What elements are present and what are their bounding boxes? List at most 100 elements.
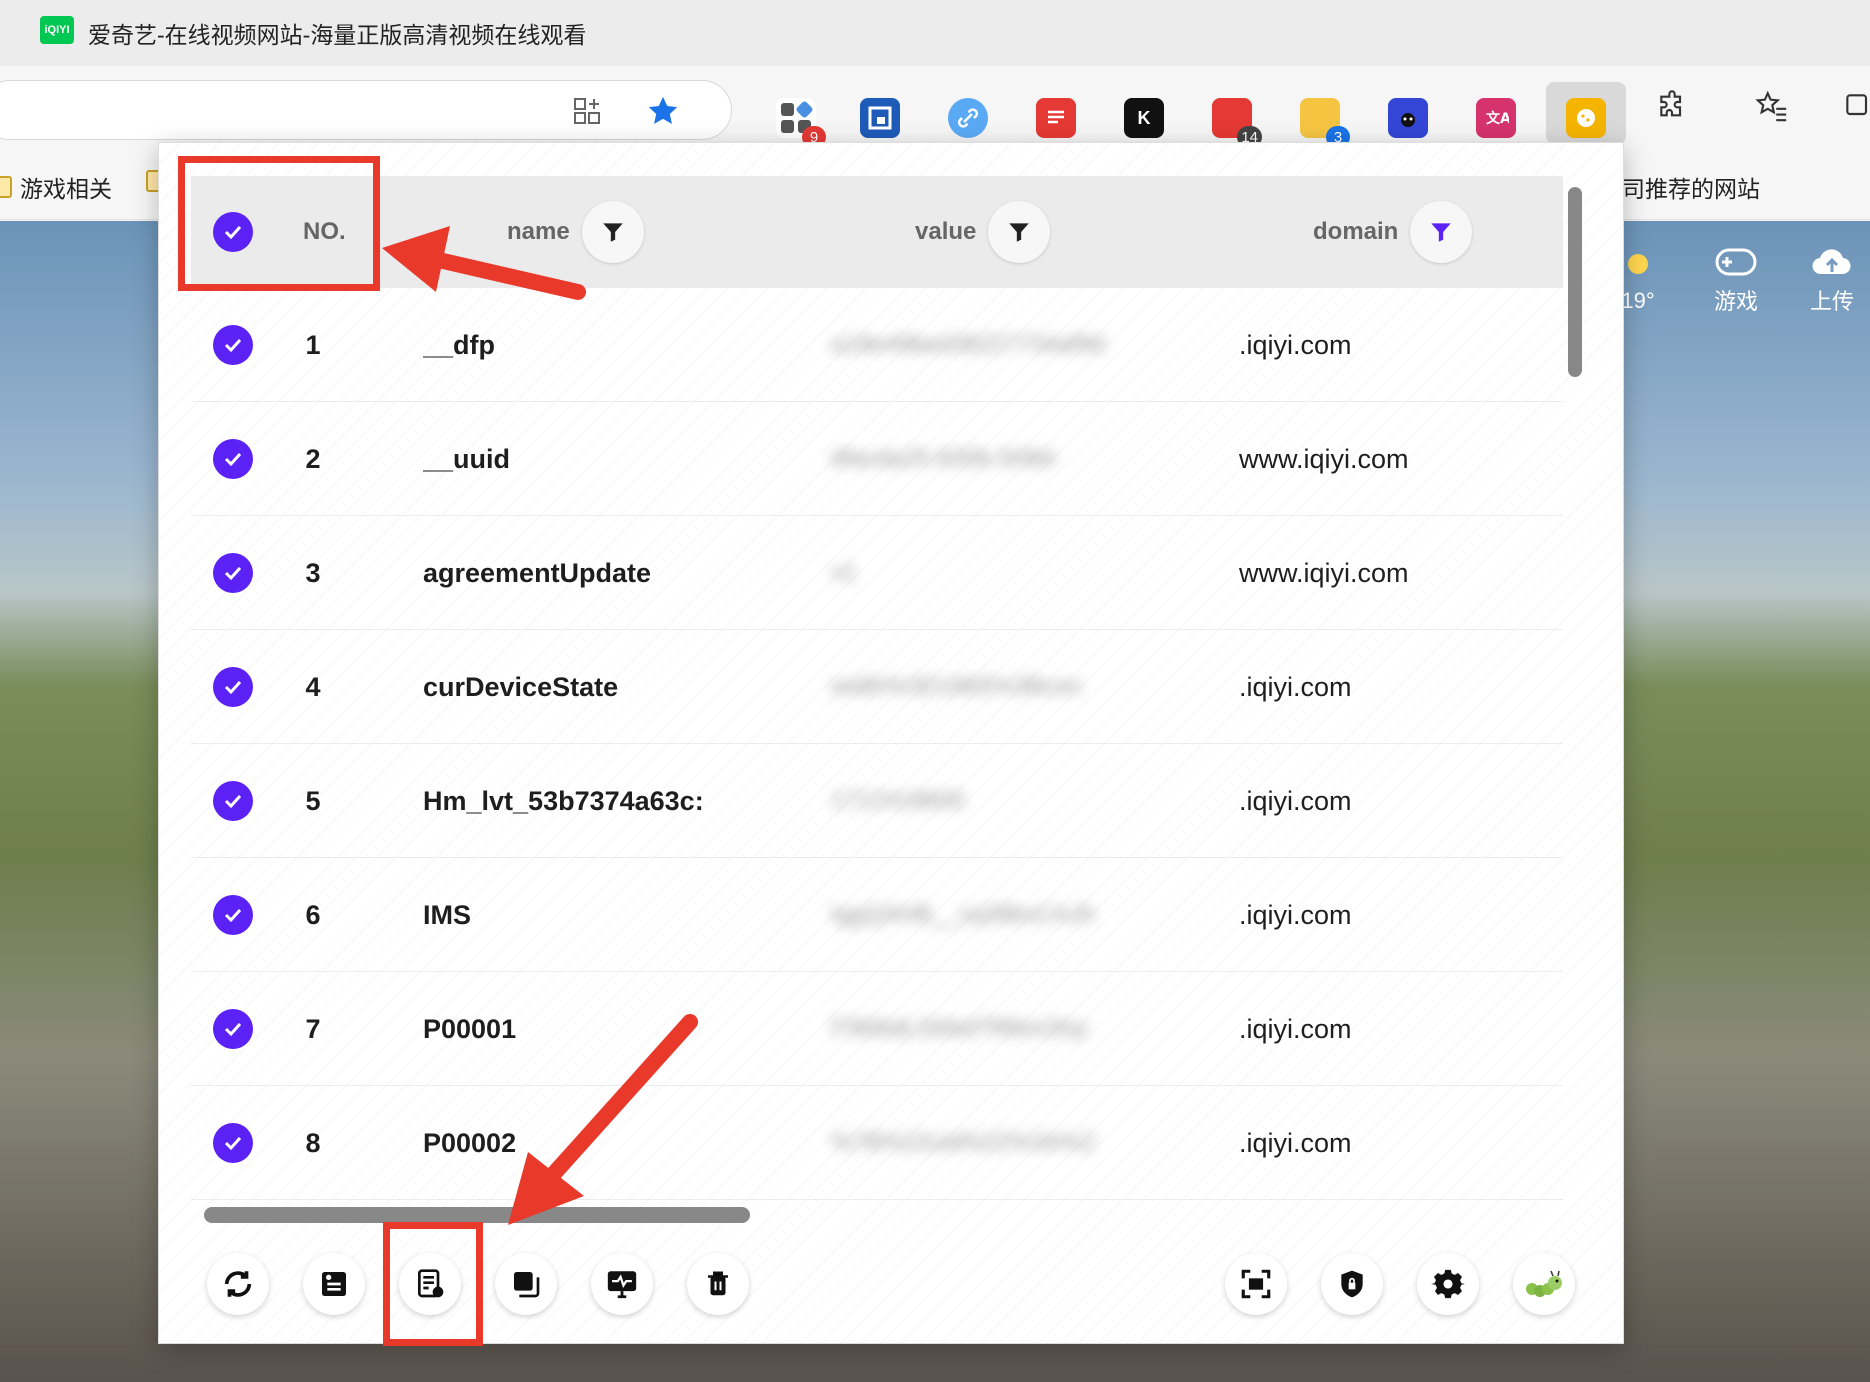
cookie-name: __dfp [423, 329, 496, 360]
cookie-domain: .iqiyi.com [1239, 329, 1352, 360]
cookie-value: %7B%22uid%22%3A%2 [831, 1129, 1096, 1156]
tab-title[interactable]: 爱奇艺-在线视频网站-海量正版高清视频在线观看 [88, 16, 586, 50]
sun-icon [1628, 254, 1648, 274]
copy-button[interactable] [495, 1253, 557, 1315]
extension-notes-icon[interactable] [1036, 98, 1076, 138]
cookie-value: f7866dL556ef7f96m2Kp [831, 1015, 1088, 1042]
column-header-domain[interactable]: domain [1313, 176, 1473, 288]
app-grid-add-icon[interactable] [569, 93, 605, 129]
table-row[interactable]: 2 __uuid dfacda25-830b-508d- www.iqiyi.c… [191, 402, 1563, 516]
extensions-puzzle-icon[interactable] [1652, 86, 1692, 126]
address-bar[interactable] [0, 80, 732, 140]
cookie-domain: .iqiyi.com [1239, 1013, 1352, 1044]
monitor-button[interactable] [591, 1253, 653, 1315]
row-checkbox[interactable] [213, 630, 253, 744]
cookie-manager-popup: NO. name value domain 1 __dfp a18e49bed3… [158, 142, 1624, 1344]
horizontal-scrollbar[interactable] [204, 1207, 750, 1223]
row-checkbox[interactable] [213, 516, 253, 630]
cookie-domain: www.iqiyi.com [1239, 557, 1409, 588]
annotation-highlight-select-all [178, 156, 380, 291]
row-checkbox[interactable] [213, 972, 253, 1086]
bookmark-label: 游戏相关 [20, 176, 112, 202]
refresh-button[interactable] [207, 1253, 269, 1315]
shield-lock-icon [1341, 1270, 1363, 1298]
cookie-name: curDeviceState [423, 671, 619, 702]
bookmark-recommended-sites[interactable]: 司推荐的网站 [1622, 170, 1760, 204]
cookie-value: width%3D1865%3Bcon [831, 673, 1082, 700]
cookie-domain: .iqiyi.com [1239, 671, 1352, 702]
row-number: 2 [305, 443, 321, 474]
favorites-list-icon[interactable] [1752, 86, 1792, 126]
filter-name-icon[interactable] [581, 201, 644, 263]
cookie-domain: .iqiyi.com [1239, 1127, 1352, 1158]
check-icon [213, 1123, 253, 1163]
games-button[interactable]: 游戏 [1706, 246, 1766, 316]
cookie-extension-icon[interactable] [1566, 98, 1606, 138]
trash-icon [708, 1271, 728, 1296]
row-checkbox[interactable] [213, 1086, 253, 1200]
extension-cat-icon[interactable]: 3 [1300, 98, 1350, 148]
bookmark-folder-games[interactable]: 游戏相关 [0, 170, 112, 204]
extension-red-icon[interactable]: 14 [1212, 98, 1262, 148]
extension-translate-icon[interactable]: 文A [1476, 98, 1516, 138]
table-row[interactable]: 3 agreementUpdate v1 www.iqiyi.com [191, 516, 1563, 630]
cookie-value: IggQAHB__xq38bxCAJh [831, 901, 1096, 928]
table-row[interactable]: 5 Hm_lvt_53b7374a63c: 1712418600 .iqiyi.… [191, 744, 1563, 858]
check-icon [213, 781, 253, 821]
refresh-icon [224, 1271, 252, 1297]
row-number: 7 [305, 1013, 321, 1044]
weather-widget[interactable]: 19° [1618, 246, 1658, 314]
extension-puzzle-blocks-icon[interactable]: 9 [776, 98, 826, 148]
fullscreen-button[interactable] [1225, 1253, 1287, 1315]
gear-icon [1431, 1269, 1465, 1299]
import-button[interactable] [303, 1253, 365, 1315]
row-number: 1 [305, 329, 321, 360]
extension-lock-icon[interactable] [860, 98, 900, 138]
vertical-scrollbar[interactable] [1568, 187, 1582, 377]
copy-icon [514, 1272, 540, 1298]
extension-link-icon[interactable] [948, 98, 988, 138]
check-icon [213, 439, 253, 479]
settings-button[interactable] [1417, 1253, 1479, 1315]
check-icon [213, 895, 253, 935]
table-row[interactable]: 7 P00001 f7866dL556ef7f96m2Kp .iqiyi.com [191, 972, 1563, 1086]
cloud-upload-icon [1811, 246, 1853, 278]
security-button[interactable] [1321, 1253, 1383, 1315]
folder-icon [0, 176, 12, 198]
table-header: NO. name value domain [191, 176, 1563, 288]
filter-value-icon[interactable] [988, 201, 1051, 263]
table-row[interactable]: 1 __dfp a18e49bed38227734af9d .iqiyi.com [191, 288, 1563, 402]
iqiyi-favicon-icon: iQIYI [40, 16, 74, 44]
upload-label: 上传 [1809, 289, 1854, 314]
cookie-name: P00002 [423, 1127, 517, 1158]
bug-report-button[interactable] [1513, 1253, 1575, 1315]
bookmark-star-icon[interactable] [645, 93, 681, 129]
cookie-value: dfacda25-830b-508d- [831, 445, 1061, 472]
games-label: 游戏 [1713, 289, 1758, 314]
extension-k-icon[interactable]: K [1124, 98, 1164, 138]
filter-domain-icon[interactable] [1410, 201, 1473, 263]
row-checkbox[interactable] [213, 288, 253, 402]
check-icon [213, 325, 253, 365]
collections-icon[interactable] [1838, 86, 1870, 126]
row-checkbox[interactable] [213, 402, 253, 516]
check-icon [213, 1009, 253, 1049]
upload-button[interactable]: 上传 [1802, 246, 1862, 316]
annotation-highlight-export [383, 1222, 483, 1346]
row-checkbox[interactable] [213, 744, 253, 858]
row-number: 5 [305, 785, 321, 816]
cookie-value: a18e49bed38227734af9d [831, 331, 1105, 358]
cookie-name: P00001 [423, 1013, 517, 1044]
table-row[interactable]: 8 P00002 %7B%22uid%22%3A%2 .iqiyi.com [191, 1086, 1563, 1200]
column-header-name[interactable]: name [507, 176, 644, 288]
table-row[interactable]: 6 IMS IggQAHB__xq38bxCAJh .iqiyi.com [191, 858, 1563, 972]
extension-ghost-icon[interactable] [1388, 98, 1428, 138]
gamepad-icon [1715, 246, 1757, 278]
delete-button[interactable] [687, 1253, 749, 1315]
row-checkbox[interactable] [213, 858, 253, 972]
check-icon [213, 553, 253, 593]
table-row[interactable]: 4 curDeviceState width%3D1865%3Bcon .iqi… [191, 630, 1563, 744]
column-header-value[interactable]: value [915, 176, 1051, 288]
weather-temperature: 19° [1621, 288, 1655, 313]
cookie-value: v1 [831, 559, 857, 586]
